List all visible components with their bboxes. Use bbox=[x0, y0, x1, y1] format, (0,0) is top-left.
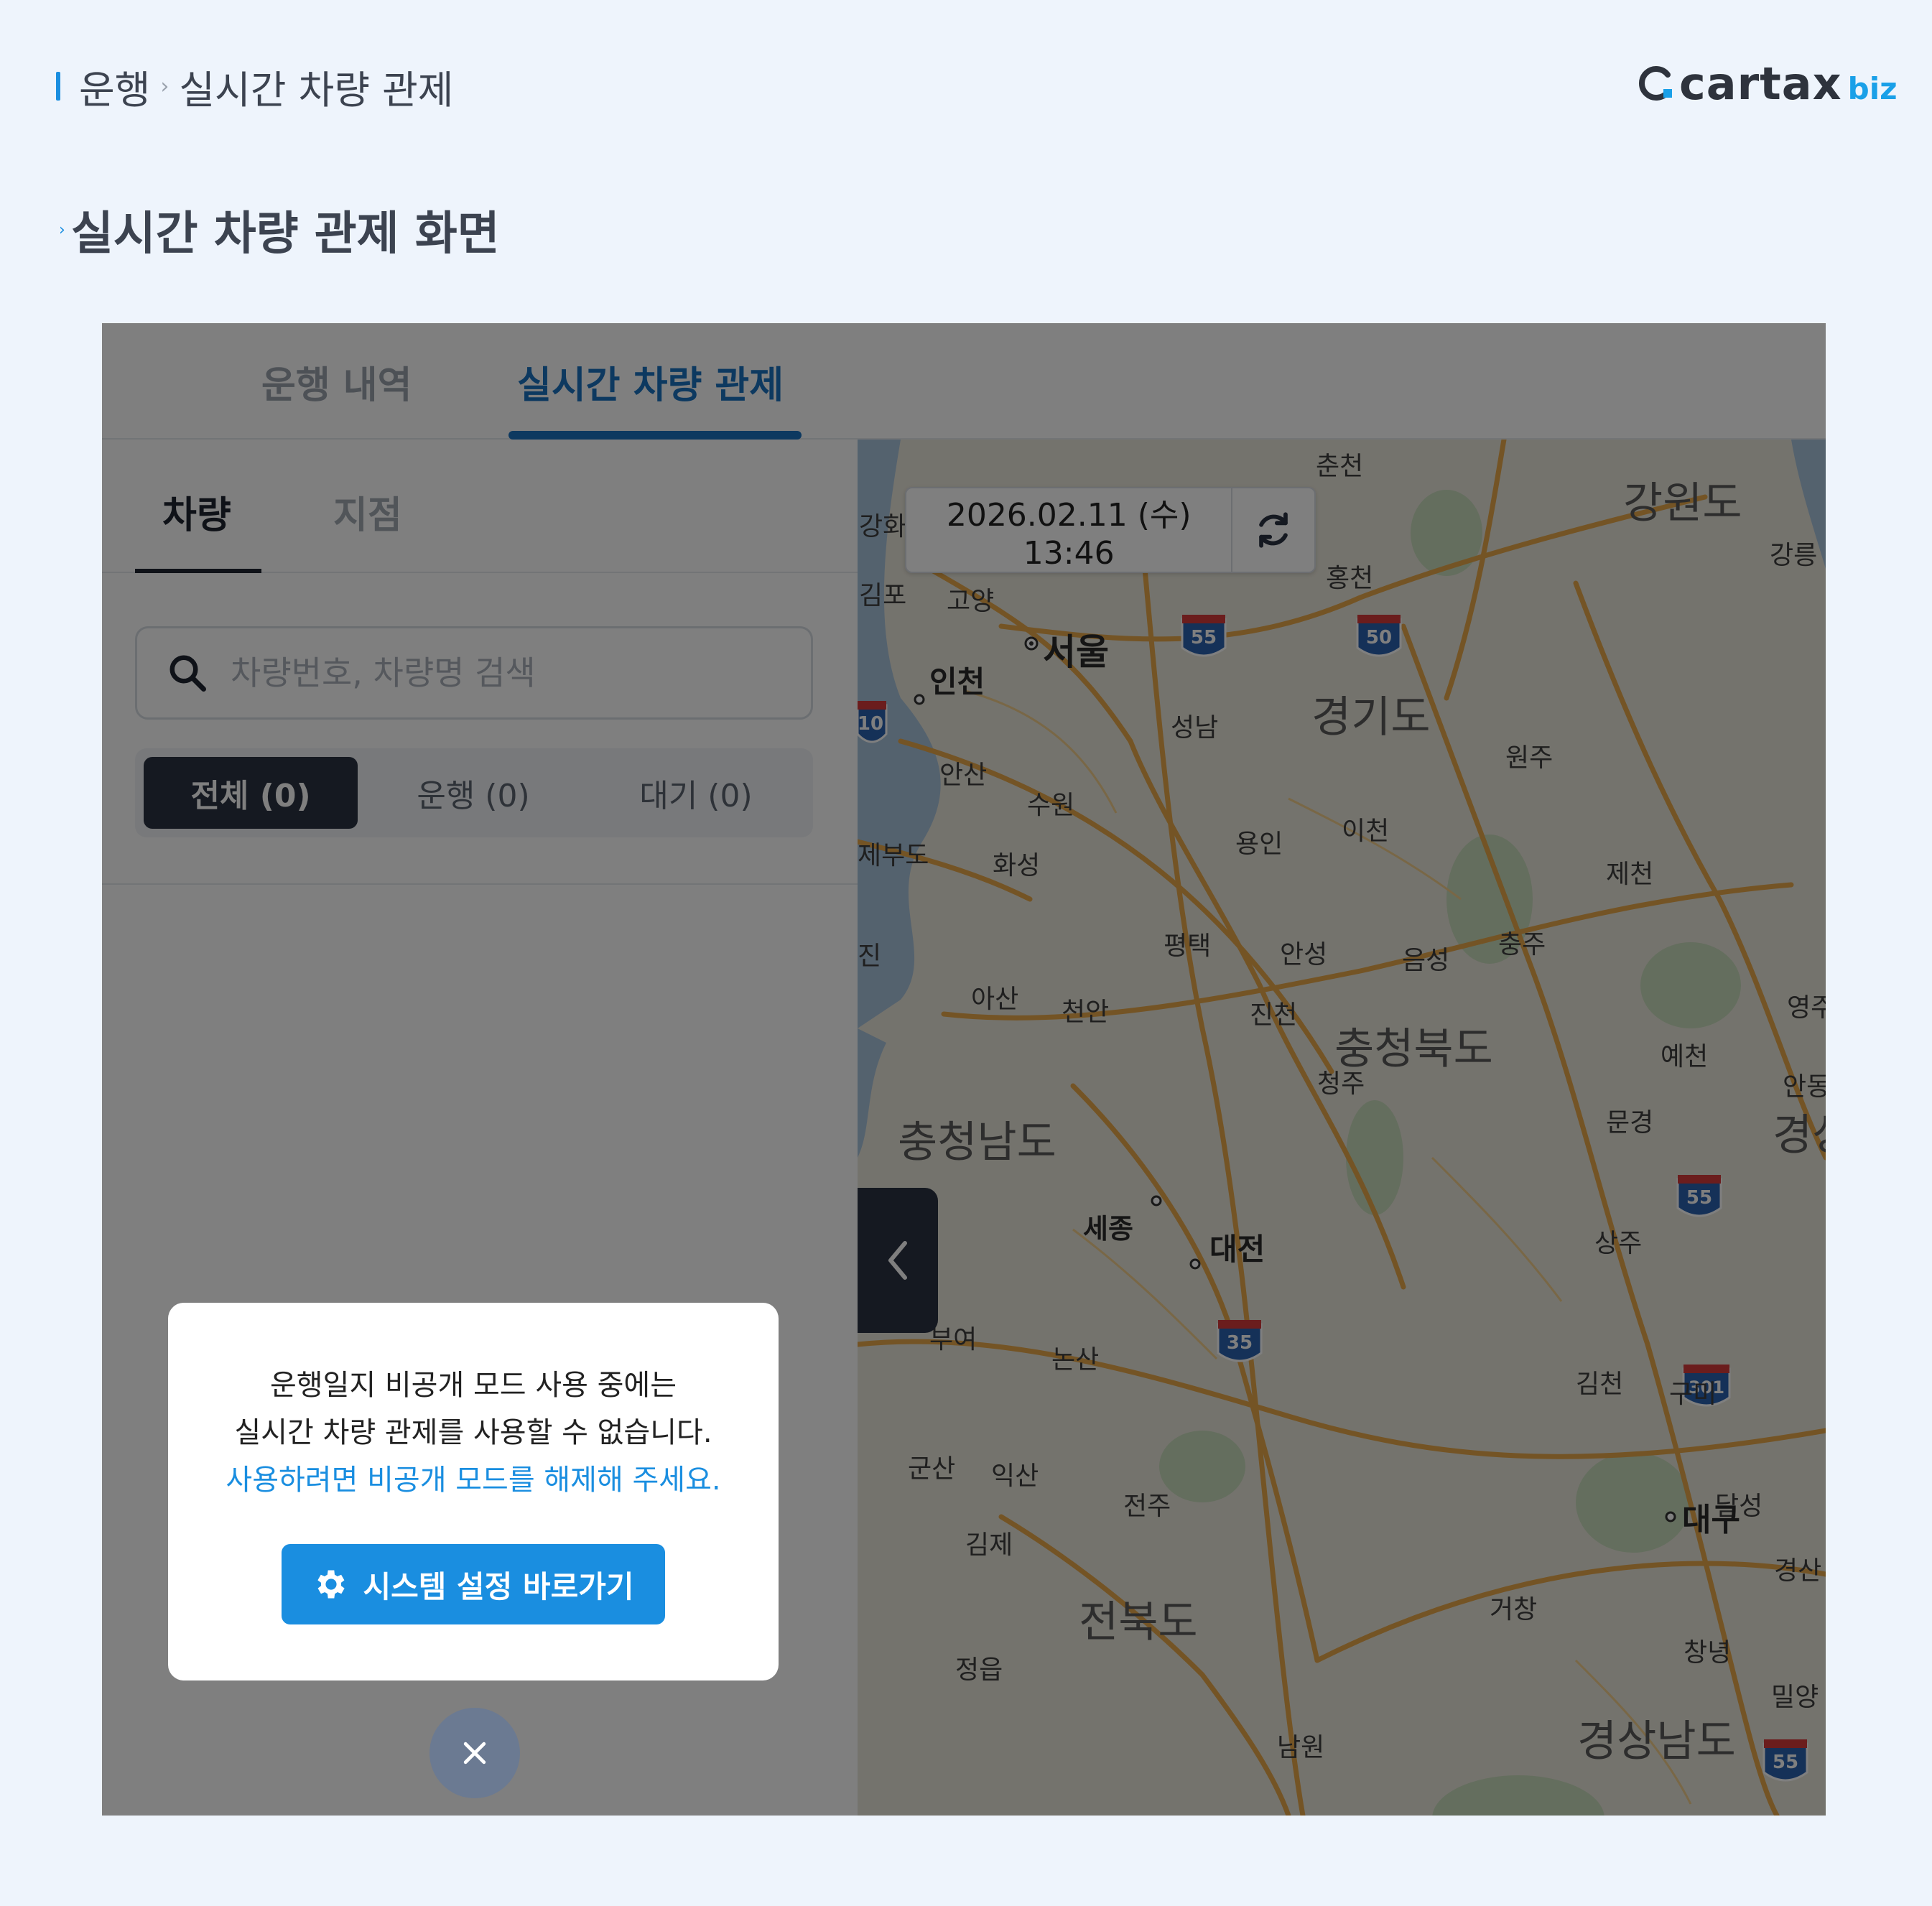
gear-icon bbox=[317, 1570, 345, 1599]
section-title: › 실시간 차량 관제 화면 bbox=[59, 201, 500, 261]
section-arrow-icon: › bbox=[59, 220, 65, 239]
breadcrumb-page: 실시간 차량 관제 bbox=[179, 67, 454, 113]
dialog-message-line-1: 운행일지 비공개 모드 사용 중에는 bbox=[269, 1369, 677, 1402]
private-mode-dialog: 운행일지 비공개 모드 사용 중에는 실시간 차량 관제를 사용할 수 없습니다… bbox=[168, 1303, 779, 1680]
dialog-message-line-2: 실시간 차량 관제를 사용할 수 없습니다. bbox=[234, 1416, 712, 1449]
system-settings-label: 시스템 설정 바로가기 bbox=[363, 1568, 634, 1604]
logo-mark-icon bbox=[1639, 66, 1672, 101]
logo-text: cartax bbox=[1679, 57, 1842, 110]
section-title-text: 실시간 차량 관제 화면 bbox=[70, 208, 500, 261]
breadcrumb: 운행 › 실시간 차량 관제 bbox=[56, 59, 453, 113]
breadcrumb-section[interactable]: 운행 bbox=[79, 58, 150, 115]
system-settings-button[interactable]: 시스템 설정 바로가기 bbox=[282, 1544, 665, 1624]
close-icon bbox=[463, 1742, 486, 1765]
logo-sub-text: biz bbox=[1847, 70, 1898, 106]
cartax-logo: cartax biz bbox=[1636, 56, 1898, 111]
breadcrumb-separator: › bbox=[160, 73, 169, 99]
app-frame: 운행 내역 실시간 차량 관제 차량 지점 전체 (0) 운행 (0) 대기 (… bbox=[102, 323, 1826, 1816]
breadcrumb-marker bbox=[56, 72, 60, 101]
close-dialog-button[interactable] bbox=[429, 1708, 520, 1798]
dialog-message-line-3: 사용하려면 비공개 모드를 해제해 주세요. bbox=[226, 1464, 721, 1497]
